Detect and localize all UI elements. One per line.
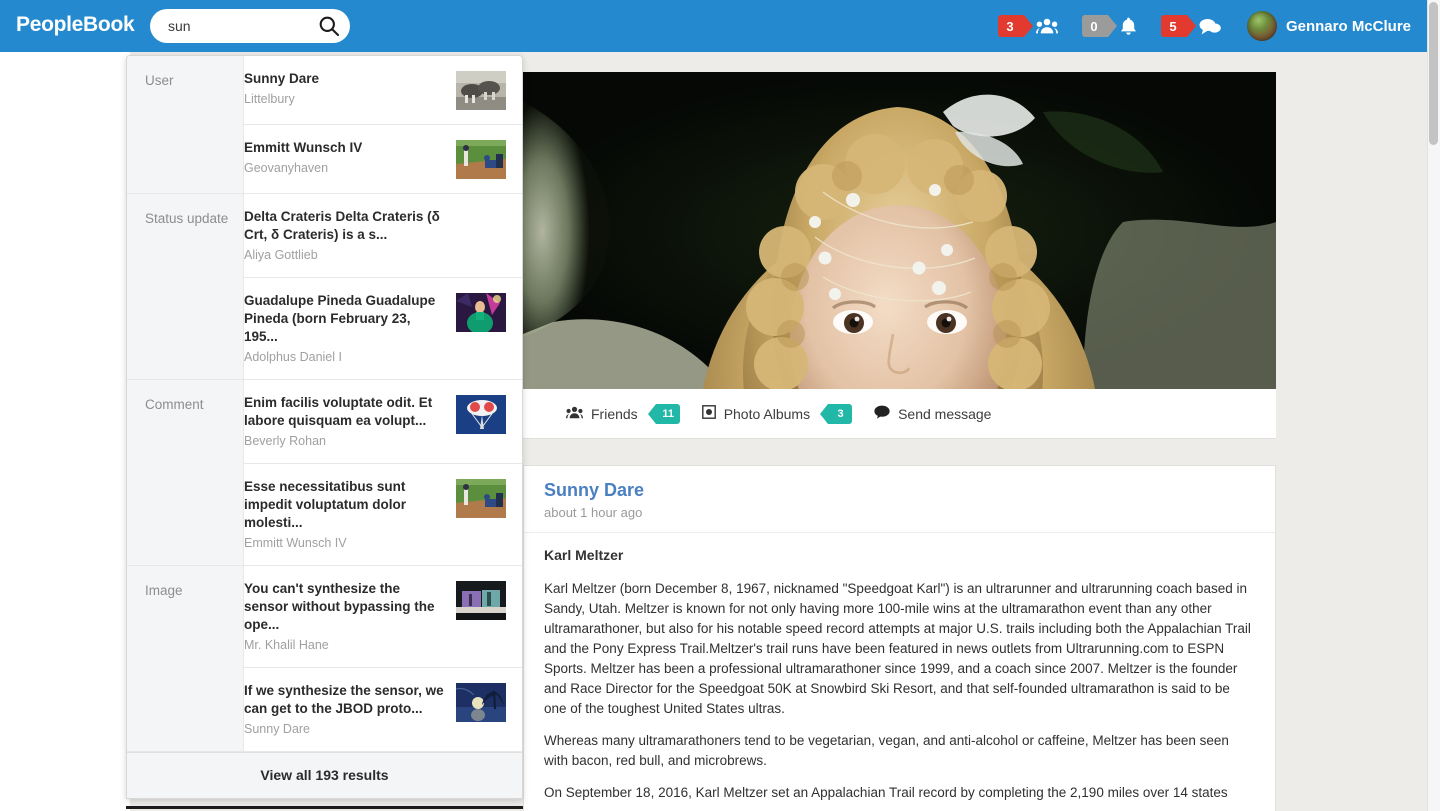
- user-name-label: Gennaro McClure: [1285, 17, 1411, 35]
- nav-messages[interactable]: 5: [1149, 0, 1233, 52]
- result-title: Guadalupe Pineda Guadalupe Pineda (born …: [244, 293, 436, 344]
- result-subtitle: Geovanyhaven: [244, 161, 329, 175]
- profile-action-label: Friends: [591, 405, 638, 422]
- profile-action-label: Photo Albums: [723, 405, 811, 422]
- result-group-rows: You can't synthesize the sensor without …: [244, 566, 522, 751]
- search-submit-button[interactable]: [318, 15, 340, 37]
- nav-right-cluster: 3 0 5 Gennaro McClure: [986, 0, 1417, 52]
- friend-requests-badge: 3: [997, 15, 1033, 37]
- post-paragraph: Karl Meltzer (born December 8, 1967, nic…: [544, 580, 1251, 716]
- post-text: Karl Meltzer (born December 8, 1967, nic…: [544, 579, 1255, 803]
- search-result-item[interactable]: Esse necessitatibus sunt impedit volupta…: [244, 464, 522, 565]
- search-result-item[interactable]: You can't synthesize the sensor without …: [244, 566, 522, 668]
- search-box: [150, 9, 350, 43]
- profile-action-send-message[interactable]: Send message: [874, 405, 991, 422]
- result-group-label: Image: [127, 566, 244, 751]
- baseball-photo-thumbnail: [456, 140, 506, 179]
- result-group-status-update: Status update Delta Crateris Delta Crate…: [127, 194, 522, 380]
- page-scrollbar-thumb[interactable]: [1429, 2, 1438, 145]
- result-subtitle: Adolphus Daniel I: [244, 350, 342, 364]
- result-title: Delta Crateris Delta Crateris (δ Crt, δ …: [244, 209, 440, 242]
- post-title: Karl Meltzer: [544, 546, 624, 563]
- result-subtitle: Sunny Dare: [244, 722, 311, 736]
- result-title: If we synthesize the sensor, we can get …: [244, 683, 444, 716]
- photo-albums-count-badge: 3: [820, 403, 853, 424]
- search-result-item[interactable]: If we synthesize the sensor, we can get …: [244, 668, 522, 751]
- search-result-item[interactable]: Delta Crateris Delta Crateris (δ Crt, δ …: [244, 194, 522, 278]
- brand-logo[interactable]: PeopleBook: [16, 13, 135, 37]
- result-subtitle: Littelbury: [244, 92, 295, 106]
- result-title: Emmitt Wunsch IV: [244, 140, 363, 155]
- museum-photo-thumbnail: [456, 581, 506, 620]
- post-timestamp: about 1 hour ago: [544, 504, 643, 520]
- bell-icon: [1120, 17, 1137, 36]
- post-author-link[interactable]: Sunny Dare: [544, 480, 1255, 501]
- messages-badge: 5: [1160, 15, 1196, 37]
- baseball-photo-thumbnail: [456, 479, 506, 518]
- post-paragraph: On September 18, 2016, Karl Meltzer set …: [544, 784, 1228, 800]
- profile-action-bar: Friends 11 Photo Albums 3 Send message: [523, 389, 1276, 439]
- cover-photo-image: [523, 72, 1276, 389]
- search-results-dropdown: User Sunny Dare Littelbury Emmitt Wunsch…: [126, 55, 523, 799]
- parachute-photo-thumbnail: [456, 395, 506, 434]
- palm-moon-photo-thumbnail: [456, 683, 506, 722]
- search-result-item[interactable]: Guadalupe Pineda Guadalupe Pineda (born …: [244, 278, 522, 379]
- friends-group-icon: [566, 406, 583, 422]
- friends-group-icon: [1035, 18, 1058, 34]
- search-result-item[interactable]: Sunny Dare Littelbury: [244, 56, 522, 125]
- singer-photo-thumbnail: [456, 293, 506, 332]
- search-result-item[interactable]: Enim facilis voluptate odit. Et labore q…: [244, 380, 522, 464]
- result-subtitle: Aliya Gottlieb: [244, 248, 318, 262]
- avatar: [1246, 11, 1277, 41]
- result-group-user: User Sunny Dare Littelbury Emmitt Wunsch…: [127, 56, 522, 194]
- profile-action-friends[interactable]: Friends 11: [566, 403, 680, 424]
- result-title: Enim facilis voluptate odit. Et labore q…: [244, 395, 433, 428]
- result-title: You can't synthesize the sensor without …: [244, 581, 435, 632]
- photo-album-icon: [701, 405, 716, 422]
- result-group-label: Comment: [127, 380, 244, 565]
- chat-bubble-icon: [874, 405, 890, 422]
- result-title: Esse necessitatibus sunt impedit volupta…: [244, 479, 406, 530]
- result-group-image: Image You can't synthesize the sensor wi…: [127, 566, 522, 752]
- result-subtitle: Mr. Khalil Hane: [244, 638, 329, 652]
- nav-friend-requests[interactable]: 3: [986, 0, 1070, 52]
- result-group-rows: Sunny Dare Littelbury Emmitt Wunsch IV G…: [244, 56, 522, 193]
- post-paragraph: Whereas many ultramarathoners tend to be…: [544, 732, 1229, 768]
- notifications-badge: 0: [1081, 15, 1117, 37]
- result-title: Sunny Dare: [244, 71, 320, 86]
- post-body: Karl Meltzer Karl Meltzer (born December…: [524, 533, 1275, 811]
- search-icon: [319, 16, 340, 37]
- friends-count-badge: 11: [647, 403, 680, 424]
- result-group-label: Status update: [127, 194, 244, 379]
- profile-action-label: Send message: [898, 405, 992, 422]
- top-navigation-bar: PeopleBook 3: [0, 0, 1427, 52]
- post-card: Sunny Dare about 1 hour ago Karl Meltzer…: [523, 465, 1276, 811]
- nav-notifications[interactable]: 0: [1070, 0, 1149, 52]
- search-input[interactable]: [168, 9, 308, 43]
- view-all-results-button[interactable]: View all 193 results: [127, 752, 522, 798]
- profile-cover-photo: [523, 72, 1276, 389]
- chat-bubble-icon: [1199, 18, 1221, 35]
- result-subtitle: Beverly Rohan: [244, 434, 326, 448]
- app-root: Friends 11 Photo Albums 3 Send message S…: [0, 0, 1440, 811]
- result-subtitle: Emmitt Wunsch IV: [244, 536, 347, 550]
- search-result-item[interactable]: Emmitt Wunsch IV Geovanyhaven: [244, 125, 522, 193]
- result-group-label: User: [127, 56, 244, 193]
- result-group-rows: Delta Crateris Delta Crateris (δ Crt, δ …: [244, 194, 522, 379]
- post-header: Sunny Dare about 1 hour ago: [524, 466, 1275, 533]
- elephants-photo-thumbnail: [456, 71, 506, 110]
- result-group-comment: Comment Enim facilis voluptate odit. Et …: [127, 380, 522, 566]
- profile-action-photo-albums[interactable]: Photo Albums 3: [701, 403, 853, 424]
- result-group-rows: Enim facilis voluptate odit. Et labore q…: [244, 380, 522, 565]
- user-menu[interactable]: Gennaro McClure: [1233, 0, 1417, 52]
- dropdown-bottom-edge: [126, 806, 523, 809]
